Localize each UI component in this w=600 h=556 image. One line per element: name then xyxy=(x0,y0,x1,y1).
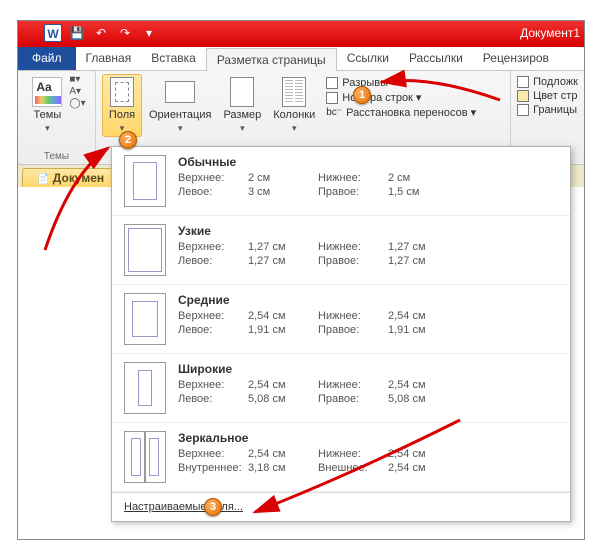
theme-colors-icon[interactable]: ■▾ xyxy=(69,74,85,85)
undo-icon[interactable]: ↶ xyxy=(92,24,110,42)
borders-icon xyxy=(517,104,529,116)
watermark-icon xyxy=(517,76,529,88)
document-title: Документ1 xyxy=(520,26,580,40)
margins-option-title: Узкие xyxy=(178,224,558,238)
redo-icon[interactable]: ↷ xyxy=(116,24,134,42)
margins-icon xyxy=(110,77,134,107)
tab-mailings[interactable]: Рассылки xyxy=(399,47,473,70)
margins-thumb-icon xyxy=(124,155,166,207)
tab-references[interactable]: Ссылки xyxy=(337,47,399,70)
breaks-icon xyxy=(326,77,338,89)
title-bar: W 💾 ↶ ↷ ▾ Документ1 xyxy=(18,21,584,47)
margins-option-4[interactable]: ЗеркальноеВерхнее:2,54 смНижнее:2,54 смВ… xyxy=(112,423,570,492)
size-label: Размер xyxy=(223,109,261,121)
quick-access-toolbar: W 💾 ↶ ↷ ▾ xyxy=(44,24,158,42)
ribbon-tabs: Файл Главная Вставка Разметка страницы С… xyxy=(18,47,584,71)
margins-option-1[interactable]: УзкиеВерхнее:1,27 смНижнее:1,27 смЛевое:… xyxy=(112,216,570,285)
chevron-down-icon: ▾ xyxy=(178,123,183,134)
tab-page-layout[interactable]: Разметка страницы xyxy=(206,48,337,71)
callout-2: 2 xyxy=(119,131,137,149)
size-button[interactable]: Размер ▾ xyxy=(218,74,266,137)
margins-option-title: Обычные xyxy=(178,155,558,169)
margins-gallery: ОбычныеВерхнее:2 смНижнее:2 смЛевое:3 см… xyxy=(111,146,571,522)
callout-3: 3 xyxy=(204,498,222,516)
columns-icon xyxy=(282,77,306,107)
save-icon[interactable]: 💾 xyxy=(68,24,86,42)
page-color-button[interactable]: Цвет стр xyxy=(517,90,578,102)
margins-option-0[interactable]: ОбычныеВерхнее:2 смНижнее:2 смЛевое:3 см… xyxy=(112,147,570,216)
callout-1: 1 xyxy=(353,86,371,104)
margins-thumb-icon xyxy=(124,362,166,414)
group-label-themes: Темы xyxy=(18,151,95,162)
line-numbers-button[interactable]: Номера строк ▾ xyxy=(326,91,476,104)
themes-button[interactable]: Aa Темы ▾ xyxy=(27,74,67,137)
watermark-button[interactable]: Подложк xyxy=(517,76,578,88)
tab-home[interactable]: Главная xyxy=(76,47,142,70)
margins-option-title: Зеркальное xyxy=(178,431,558,445)
custom-margins-link[interactable]: Настраиваемые поля... xyxy=(112,492,570,521)
orientation-button[interactable]: Ориентация ▾ xyxy=(144,74,216,137)
chevron-down-icon: ▾ xyxy=(292,123,297,134)
qat-more-icon[interactable]: ▾ xyxy=(140,24,158,42)
margins-thumb-icon xyxy=(124,224,166,276)
chevron-down-icon: ▾ xyxy=(240,123,245,134)
margins-thumb-icon xyxy=(124,293,166,345)
hyphenation-button[interactable]: bc⁻Расстановка переносов ▾ xyxy=(326,106,476,119)
tab-review[interactable]: Рецензиров xyxy=(473,47,559,70)
margins-option-3[interactable]: ШирокиеВерхнее:2,54 смНижнее:2,54 смЛево… xyxy=(112,354,570,423)
columns-label: Колонки xyxy=(273,109,315,121)
margins-option-title: Широкие xyxy=(178,362,558,376)
theme-fonts-icon[interactable]: A▾ xyxy=(69,86,85,97)
orientation-label: Ориентация xyxy=(149,109,211,121)
word-app-icon[interactable]: W xyxy=(44,24,62,42)
size-icon xyxy=(230,77,254,107)
themes-icon: Aa xyxy=(32,77,62,107)
tab-insert[interactable]: Вставка xyxy=(141,47,206,70)
line-numbers-icon xyxy=(326,92,338,104)
group-themes: Aa Темы ▾ ■▾ A▾ ◯▾ Темы xyxy=(18,71,96,164)
chevron-down-icon: ▾ xyxy=(45,123,50,134)
page-color-icon xyxy=(517,90,529,102)
margins-option-2[interactable]: СредниеВерхнее:2,54 смНижнее:2,54 смЛево… xyxy=(112,285,570,354)
orientation-icon xyxy=(165,81,195,103)
theme-effects-icon[interactable]: ◯▾ xyxy=(69,98,85,109)
columns-button[interactable]: Колонки ▾ xyxy=(268,74,320,137)
breaks-button[interactable]: Разрывы ▾ xyxy=(326,76,476,89)
tab-file[interactable]: Файл xyxy=(18,47,76,70)
margins-label: Поля xyxy=(109,109,135,121)
document-tab[interactable]: 📄 Докумен xyxy=(22,168,119,187)
margins-button[interactable]: Поля ▾ xyxy=(102,74,142,137)
page-borders-button[interactable]: Границы xyxy=(517,104,578,116)
hyphenation-icon: bc⁻ xyxy=(326,107,342,118)
theme-options: ■▾ A▾ ◯▾ xyxy=(69,74,85,109)
margins-option-title: Средние xyxy=(178,293,558,307)
themes-label: Темы xyxy=(34,109,62,121)
